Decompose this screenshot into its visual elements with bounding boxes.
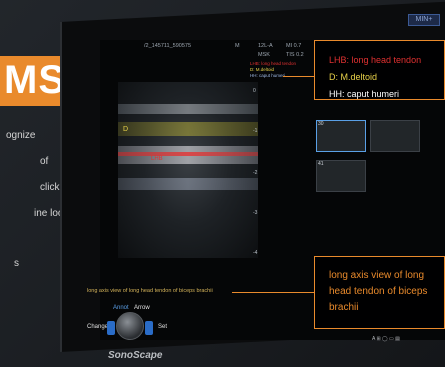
ruler-tick: -4 [253,250,258,256]
overlay-hh: HH: caput humeri [250,73,286,78]
marker-d: D [123,126,129,133]
image-caption: long axis view of long head tendon of bi… [87,288,213,294]
left-arrow-button[interactable] [107,321,115,335]
thumbnail[interactable] [370,120,420,152]
exam-id: /2_145711_590575 [144,43,192,49]
overlay-lhb: LHB: long head tendon [250,61,297,66]
depth-ruler: 0 -1 -2 -3 -4 [253,88,267,258]
lhb-outline [118,152,258,156]
brand-logo: SonoScape [108,350,163,361]
arrow-label[interactable]: Arrow [134,305,150,311]
overlay-d: D: M.deltoid [250,67,275,72]
deltoid-region [118,122,258,136]
ruler-tick: -3 [253,210,258,216]
thumbnail-label: 30 [318,121,324,127]
ruler-tick: -2 [253,170,258,176]
top-right-button[interactable]: MIN+ [408,14,440,26]
callout-connector [283,76,314,77]
thumbnail-panel: 30 41 [312,120,432,210]
change-label[interactable]: Change [87,324,108,330]
left-copy-line: ognize [6,130,36,141]
callout-hh: HH: caput humeri [329,89,400,99]
left-copy-line: click, [40,182,63,193]
mi-label: MI 0.7 [286,43,302,49]
thumbnail-label: 41 [318,161,324,167]
marker-lhb: LHB [151,156,163,162]
ultrasound-image[interactable]: D LHB [118,82,258,258]
status-icons: A ⊞ ◯ ▭ ▤ [372,336,400,342]
left-copy-line: of [40,156,49,167]
ruler-tick: -1 [253,128,258,134]
callout-labels: LHB: long head tendon D: M.deltoid HH: c… [314,40,445,100]
set-label[interactable]: Set [158,324,167,330]
mode-label: M [235,43,240,49]
tissue-layer [118,104,258,114]
humerus-region [118,178,258,190]
callout-caption-text: long axis view of long head tendon of bi… [329,270,428,313]
callout-lhb: LHB: long head tendon [329,55,422,65]
trackball-knob[interactable] [116,312,144,340]
annot-label[interactable]: Annot [113,305,129,311]
right-arrow-button[interactable] [145,321,153,335]
callout-connector [232,292,314,293]
callout-caption: long axis view of long head tendon of bi… [314,256,445,329]
preset-label: MSK [258,52,270,58]
ruler-tick: 0 [253,88,256,94]
tis-label: TIS 0.2 [286,52,304,58]
callout-d: D: M.deltoid [329,72,378,82]
left-copy-line: s [14,258,19,269]
probe-label: 12L-A [258,43,273,49]
